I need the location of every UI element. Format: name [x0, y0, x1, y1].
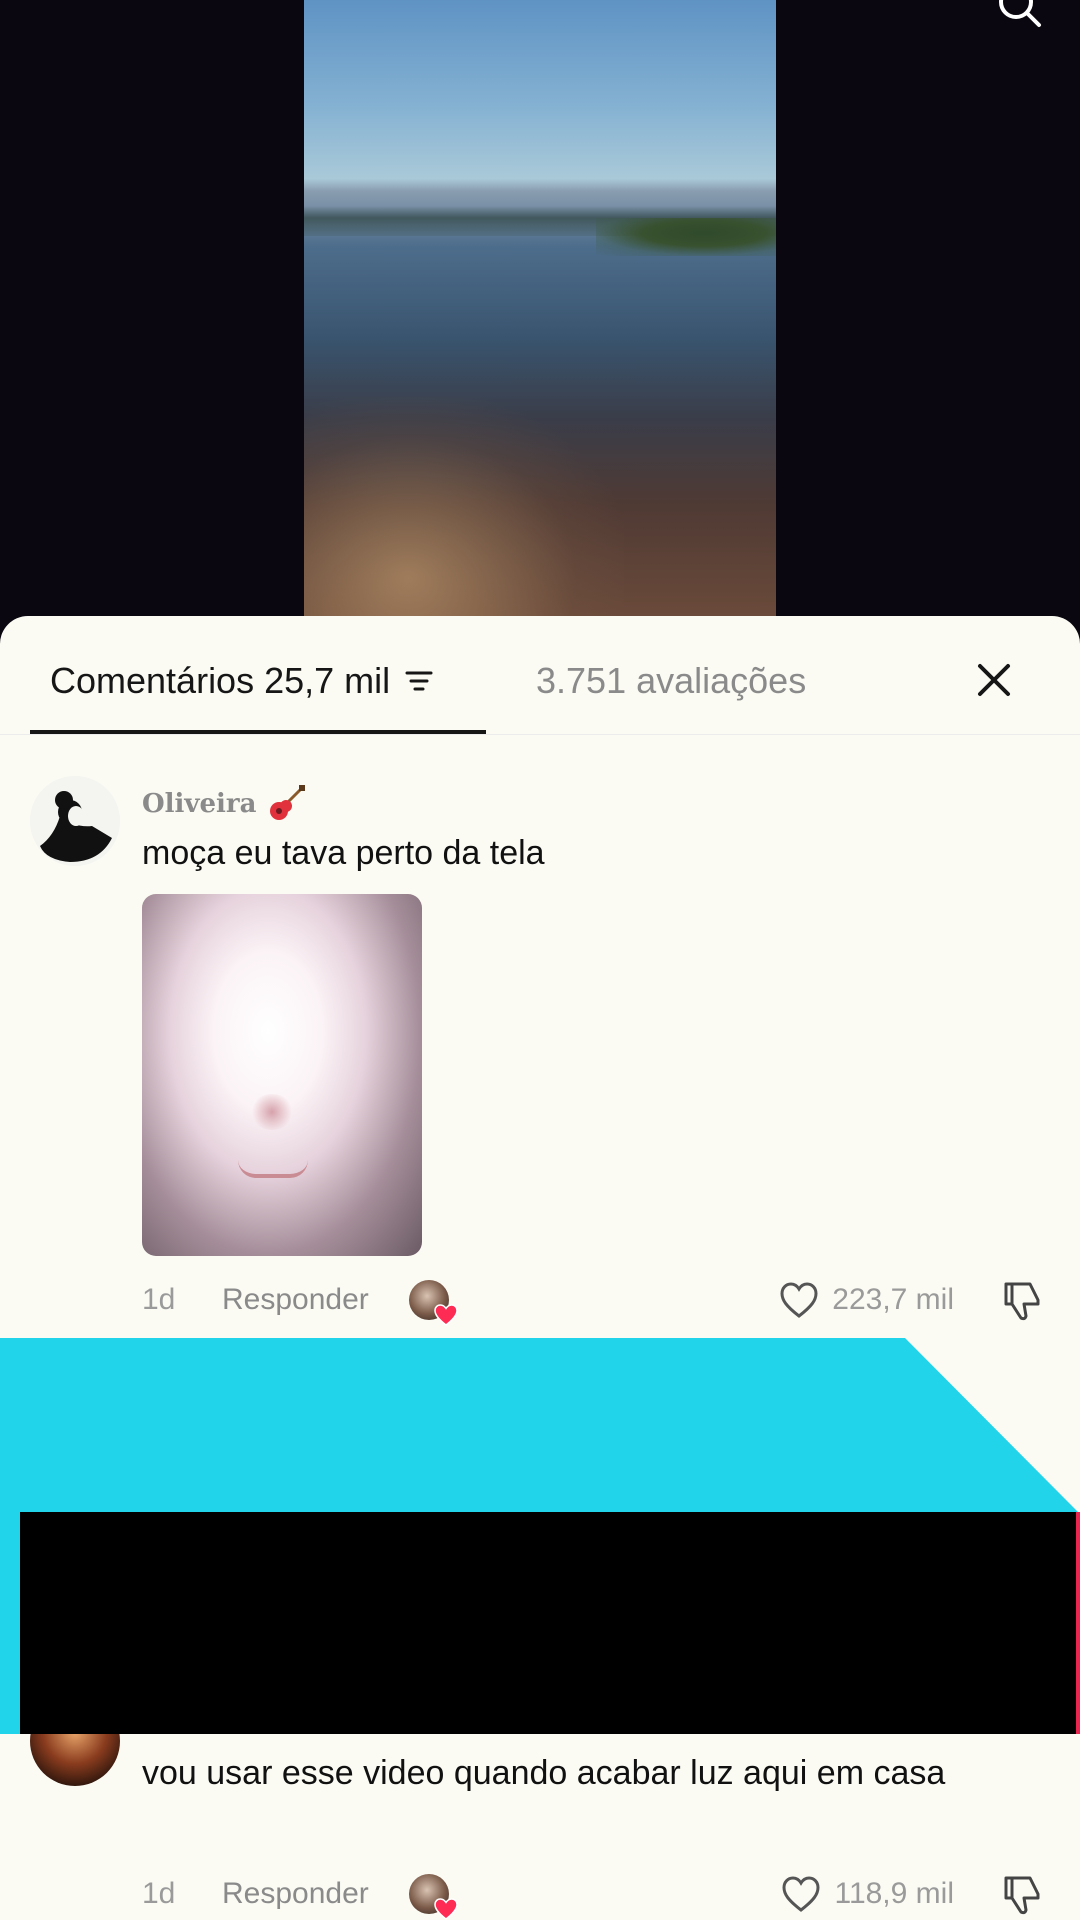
comment-meta: 1d Responder [142, 1280, 458, 1326]
video-player[interactable] [304, 0, 776, 616]
video-trees [596, 218, 776, 256]
heart-icon [434, 1304, 458, 1326]
dislike-icon[interactable] [1000, 1872, 1044, 1916]
like-count: 223,7 mil [832, 1283, 954, 1316]
comment-text: moça eu tava perto da tela [142, 834, 545, 872]
comment-age: 1d [142, 1283, 176, 1316]
creator-liked-avatar [408, 1874, 458, 1920]
close-icon[interactable] [970, 656, 1018, 704]
like-button[interactable]: 118,9 mil [780, 1874, 954, 1914]
overlay-red-edge [1076, 1512, 1080, 1734]
avatar[interactable] [30, 776, 120, 866]
filter-icon[interactable] [404, 666, 434, 696]
tab-comments[interactable]: Comentários 25,7 mil [50, 660, 434, 702]
search-icon[interactable] [996, 0, 1042, 28]
llama-mouth [238, 1160, 308, 1178]
comment-username[interactable]: Oliveira [142, 784, 306, 824]
like-button[interactable]: 223,7 mil [778, 1280, 954, 1320]
video-wake [304, 396, 624, 616]
username-text: Oliveira [142, 789, 257, 819]
dislike-icon[interactable] [1000, 1278, 1044, 1322]
heart-outline-icon [780, 1282, 818, 1318]
tab-divider [0, 734, 1080, 735]
overlay-black-block [20, 1512, 1080, 1734]
tab-comments-label: Comentários 25,7 mil [50, 660, 391, 701]
comment-meta: 1d Responder [142, 1874, 458, 1920]
heart-icon [434, 1898, 458, 1920]
sheet-tabs: Comentários 25,7 mil 3.751 avaliações [0, 616, 1080, 736]
heart-outline-icon [782, 1876, 820, 1912]
tab-ratings[interactable]: 3.751 avaliações [536, 660, 806, 702]
comment-age: 1d [142, 1877, 176, 1910]
llama-nose [250, 1094, 294, 1130]
creator-liked-avatar [408, 1280, 458, 1326]
like-count: 118,9 mil [834, 1877, 954, 1910]
reply-button[interactable]: Responder [222, 1877, 369, 1911]
guitar-icon [270, 785, 306, 820]
avatar-illustration [40, 791, 112, 862]
comment-image[interactable] [142, 894, 422, 1256]
reply-button[interactable]: Responder [222, 1283, 369, 1317]
comment-text: vou usar esse video quando acabar luz aq… [142, 1754, 946, 1792]
